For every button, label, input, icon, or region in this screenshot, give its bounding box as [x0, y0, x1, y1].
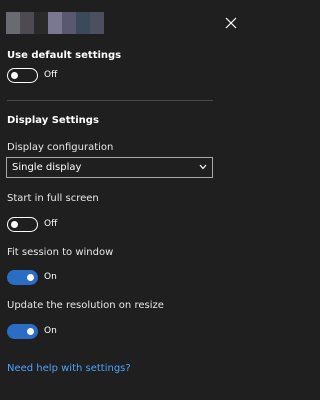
default-settings-heading: Use default settings	[7, 50, 122, 61]
section-divider	[7, 100, 213, 101]
full-screen-toggle[interactable]	[7, 217, 38, 232]
toggle-knob	[11, 220, 18, 228]
panel-header	[0, 0, 249, 44]
toggle-knob	[11, 71, 18, 79]
display-configuration-label: Display configuration	[7, 142, 114, 153]
default-settings-toggle[interactable]	[7, 68, 38, 83]
close-icon	[225, 17, 237, 29]
full-screen-toggle-state: Off	[44, 219, 58, 229]
display-settings-heading: Display Settings	[7, 115, 99, 126]
obscured-title	[6, 12, 112, 34]
fit-session-toggle[interactable]	[7, 270, 38, 285]
help-settings-link[interactable]: Need help with settings?	[7, 363, 131, 374]
full-screen-label: Start in full screen	[7, 193, 99, 204]
display-configuration-select[interactable]: Single display	[6, 157, 213, 178]
fit-session-toggle-state: On	[44, 272, 57, 282]
display-configuration-value: Single display	[12, 162, 82, 173]
close-button[interactable]	[223, 15, 239, 31]
toggle-knob	[27, 327, 34, 335]
fit-session-label: Fit session to window	[7, 247, 114, 258]
resize-resolution-toggle-state: On	[44, 326, 57, 336]
settings-panel: Use default settings Off Display Setting…	[0, 0, 249, 400]
resize-resolution-label: Update the resolution on resize	[7, 300, 164, 311]
toggle-knob	[27, 273, 34, 281]
default-settings-toggle-state: Off	[44, 70, 58, 80]
chevron-down-icon	[199, 164, 207, 170]
resize-resolution-toggle[interactable]	[7, 324, 38, 339]
